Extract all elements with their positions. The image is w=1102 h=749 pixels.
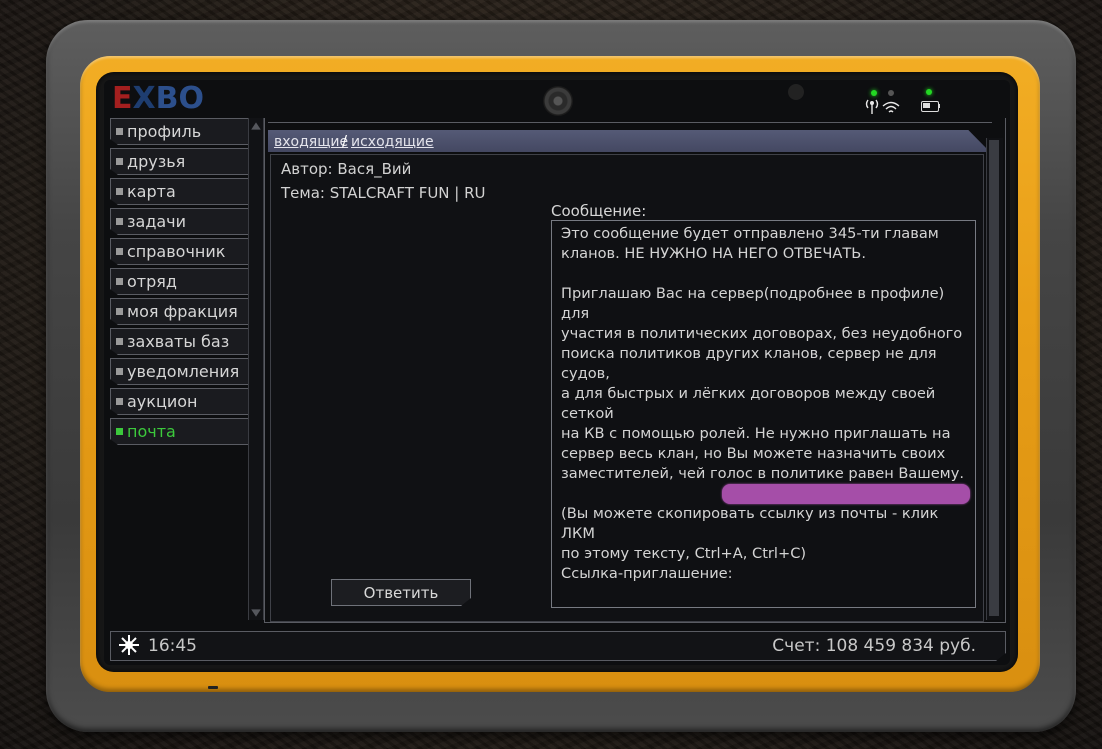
status-time: 16:45 [148,636,197,656]
logo-letters-bo: BO [155,80,205,116]
sidebar-item-label: задачи [127,212,187,231]
bullet-icon [116,308,123,315]
sidebar-item-map[interactable]: карта [110,178,249,205]
sidebar-item-faction[interactable]: моя фракция [110,298,249,325]
sidebar-item-label: отряд [127,272,177,291]
sidebar-scrollbar[interactable] [248,118,264,620]
bullet-icon [116,158,123,165]
camera-icon [543,86,573,116]
logo-letter-x: X [132,80,156,116]
sidebar-item-reference[interactable]: справочник [110,238,249,265]
exbo-logo: E X BO [112,80,205,116]
bullet-icon [116,278,123,285]
sidebar-item-label: справочник [127,242,226,261]
sun-icon [119,635,139,655]
tab-incoming[interactable]: входящие [274,134,348,150]
home-indicator [208,686,218,689]
message-label: Сообщение: [551,202,647,220]
sidebar-item-label: профиль [127,122,202,141]
sidebar-item-mail[interactable]: почта [110,418,249,445]
status-balance: Счет: 108 459 834 руб. [772,636,976,656]
redacted-invite-link [722,484,970,504]
sidebar-item-notifications[interactable]: уведомления [110,358,249,385]
bullet-icon [116,428,123,435]
sidebar-item-label: моя фракция [127,302,238,321]
sidebar-item-profile[interactable]: профиль [110,118,249,145]
message-body[interactable]: Это сообщение будет отправлено 345-ти гл… [561,224,973,584]
signal-wifi-icon [865,99,900,114]
sidebar-item-label: аукцион [127,392,198,411]
sidebar-item-label: захваты баз [127,332,230,351]
sidebar-item-label: уведомления [127,362,240,381]
bullet-icon [116,368,123,375]
battery-tip [938,104,940,108]
led-green-icon [926,89,932,95]
sidebar-item-label: карта [127,182,176,201]
sidebar-item-label: друзья [127,152,186,171]
bullet-icon [116,188,123,195]
sidebar-item-tasks[interactable]: задачи [110,208,249,235]
mail-scroll-thumb[interactable] [989,140,999,616]
bullet-icon [116,248,123,255]
sidebar-item-base-captures[interactable]: захваты баз [110,328,249,355]
sidebar-item-friends[interactable]: друзья [110,148,249,175]
tab-separator: / [342,132,348,150]
battery-icon [921,101,939,112]
mail-author: Автор: Вася_Вий [281,160,412,178]
bullet-icon [116,398,123,405]
sidebar-item-auction[interactable]: аукцион [110,388,249,415]
sidebar-item-label: почта [127,422,176,441]
bullet-icon [116,338,123,345]
sensor-icon [788,84,804,100]
mail-subject: Тема: STALCRAFT FUN | RU [281,184,486,202]
logo-letter-e: E [112,80,133,116]
sidebar-item-squad[interactable]: отряд [110,268,249,295]
bullet-icon [116,128,123,135]
bullet-icon [116,218,123,225]
sidebar-nav: профиль друзья карта задачи справочник о… [110,118,250,448]
reply-button[interactable]: Ответить [331,579,471,606]
tabbar-border [268,122,992,131]
tab-outgoing[interactable]: исходящие [351,134,434,150]
